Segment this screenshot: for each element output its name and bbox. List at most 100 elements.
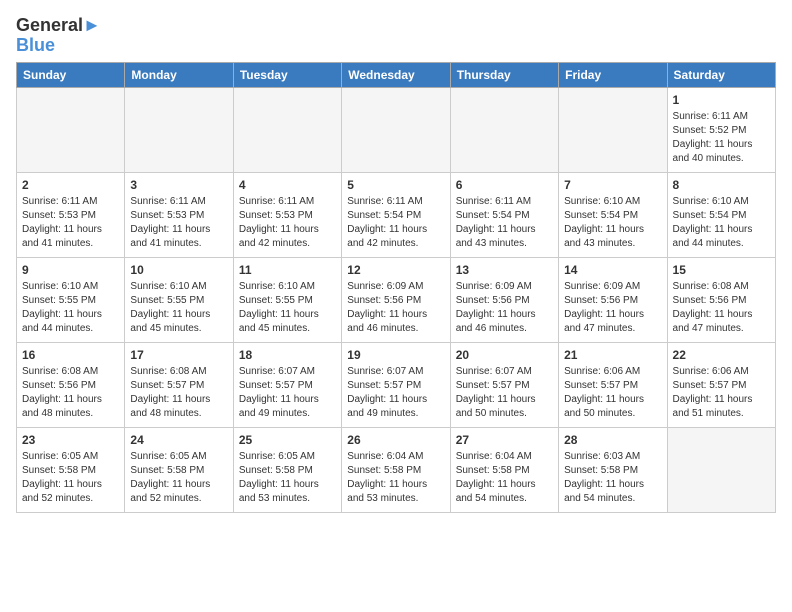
day-number: 19	[347, 347, 444, 363]
calendar-week-1: 2 Sunrise: 6:11 AM Sunset: 5:53 PM Daylig…	[17, 172, 776, 257]
day-number: 6	[456, 177, 553, 193]
weekday-header-thursday: Thursday	[450, 62, 558, 87]
day-info: Sunrise: 6:05 AM Sunset: 5:58 PM Dayligh…	[130, 450, 227, 506]
day-info: Sunrise: 6:04 AM Sunset: 5:58 PM Dayligh…	[347, 450, 444, 506]
calendar-cell	[233, 87, 341, 172]
calendar-cell: 23 Sunrise: 6:05 AM Sunset: 5:58 PM Dayli…	[17, 427, 125, 512]
calendar-cell: 7 Sunrise: 6:10 AM Sunset: 5:54 PM Daylig…	[559, 172, 667, 257]
day-info: Sunrise: 6:06 AM Sunset: 5:57 PM Dayligh…	[564, 365, 661, 421]
day-number: 24	[130, 432, 227, 448]
day-info: Sunrise: 6:10 AM Sunset: 5:55 PM Dayligh…	[130, 280, 227, 336]
day-number: 20	[456, 347, 553, 363]
day-info: Sunrise: 6:07 AM Sunset: 5:57 PM Dayligh…	[239, 365, 336, 421]
day-info: Sunrise: 6:11 AM Sunset: 5:53 PM Dayligh…	[239, 195, 336, 251]
calendar-cell: 5Sunrise: 6:11 AM Sunset: 5:54 PM Daylig…	[342, 172, 450, 257]
calendar-cell: 26 Sunrise: 6:04 AM Sunset: 5:58 PM Dayli…	[342, 427, 450, 512]
calendar: SundayMondayTuesdayWednesdayThursdayFrid…	[16, 62, 776, 513]
calendar-cell	[559, 87, 667, 172]
day-info: Sunrise: 6:04 AM Sunset: 5:58 PM Dayligh…	[456, 450, 553, 506]
calendar-cell: 4 Sunrise: 6:11 AM Sunset: 5:53 PM Daylig…	[233, 172, 341, 257]
day-number: 2	[22, 177, 119, 193]
calendar-week-4: 23 Sunrise: 6:05 AM Sunset: 5:58 PM Dayli…	[17, 427, 776, 512]
day-number: 23	[22, 432, 119, 448]
day-number: 1	[673, 92, 770, 108]
day-info: Sunrise: 6:11 AM Sunset: 5:52 PM Dayligh…	[673, 110, 770, 166]
day-info: Sunrise: 6:10 AM Sunset: 5:54 PM Dayligh…	[673, 195, 770, 251]
calendar-cell: 22 Sunrise: 6:06 AM Sunset: 5:57 PM Dayli…	[667, 342, 775, 427]
calendar-cell	[667, 427, 775, 512]
calendar-cell: 9Sunrise: 6:10 AM Sunset: 5:55 PM Daylig…	[17, 257, 125, 342]
day-info: Sunrise: 6:03 AM Sunset: 5:58 PM Dayligh…	[564, 450, 661, 506]
day-number: 21	[564, 347, 661, 363]
day-number: 22	[673, 347, 770, 363]
weekday-header-saturday: Saturday	[667, 62, 775, 87]
day-info: Sunrise: 6:11 AM Sunset: 5:53 PM Dayligh…	[130, 195, 227, 251]
calendar-cell: 24 Sunrise: 6:05 AM Sunset: 5:58 PM Dayli…	[125, 427, 233, 512]
day-info: Sunrise: 6:09 AM Sunset: 5:56 PM Dayligh…	[564, 280, 661, 336]
day-info: Sunrise: 6:05 AM Sunset: 5:58 PM Dayligh…	[22, 450, 119, 506]
calendar-header-row: SundayMondayTuesdayWednesdayThursdayFrid…	[17, 62, 776, 87]
calendar-cell: 12 Sunrise: 6:09 AM Sunset: 5:56 PM Dayli…	[342, 257, 450, 342]
day-info: Sunrise: 6:07 AM Sunset: 5:57 PM Dayligh…	[456, 365, 553, 421]
day-info: Sunrise: 6:09 AM Sunset: 5:56 PM Dayligh…	[347, 280, 444, 336]
day-info: Sunrise: 6:08 AM Sunset: 5:57 PM Dayligh…	[130, 365, 227, 421]
calendar-cell: 8Sunrise: 6:10 AM Sunset: 5:54 PM Daylig…	[667, 172, 775, 257]
calendar-cell: 27 Sunrise: 6:04 AM Sunset: 5:58 PM Dayli…	[450, 427, 558, 512]
day-number: 15	[673, 262, 770, 278]
day-number: 28	[564, 432, 661, 448]
day-info: Sunrise: 6:11 AM Sunset: 5:54 PM Dayligh…	[456, 195, 553, 251]
header: General►Blue	[16, 16, 776, 56]
day-number: 11	[239, 262, 336, 278]
day-number: 9	[22, 262, 119, 278]
day-info: Sunrise: 6:11 AM Sunset: 5:54 PM Dayligh…	[347, 195, 444, 251]
weekday-header-tuesday: Tuesday	[233, 62, 341, 87]
logo-text: General►Blue	[16, 16, 101, 56]
day-number: 3	[130, 177, 227, 193]
calendar-cell: 18 Sunrise: 6:07 AM Sunset: 5:57 PM Dayli…	[233, 342, 341, 427]
calendar-cell: 1 Sunrise: 6:11 AM Sunset: 5:52 PM Daylig…	[667, 87, 775, 172]
calendar-cell	[342, 87, 450, 172]
calendar-cell: 3 Sunrise: 6:11 AM Sunset: 5:53 PM Daylig…	[125, 172, 233, 257]
day-number: 7	[564, 177, 661, 193]
calendar-cell: 10 Sunrise: 6:10 AM Sunset: 5:55 PM Dayli…	[125, 257, 233, 342]
calendar-cell: 15Sunrise: 6:08 AM Sunset: 5:56 PM Dayli…	[667, 257, 775, 342]
calendar-cell: 16Sunrise: 6:08 AM Sunset: 5:56 PM Dayli…	[17, 342, 125, 427]
calendar-cell: 19 Sunrise: 6:07 AM Sunset: 5:57 PM Dayli…	[342, 342, 450, 427]
day-number: 26	[347, 432, 444, 448]
calendar-cell: 17 Sunrise: 6:08 AM Sunset: 5:57 PM Dayli…	[125, 342, 233, 427]
calendar-week-3: 16Sunrise: 6:08 AM Sunset: 5:56 PM Dayli…	[17, 342, 776, 427]
calendar-cell: 25 Sunrise: 6:05 AM Sunset: 5:58 PM Dayli…	[233, 427, 341, 512]
calendar-cell: 21 Sunrise: 6:06 AM Sunset: 5:57 PM Dayli…	[559, 342, 667, 427]
day-number: 13	[456, 262, 553, 278]
calendar-week-2: 9 Sunrise: 6:10 AM Sunset: 5:55 PM Daylig…	[17, 257, 776, 342]
day-number: 25	[239, 432, 336, 448]
calendar-cell: 28 Sunrise: 6:03 AM Sunset: 5:58 PM Dayli…	[559, 427, 667, 512]
day-info: Sunrise: 6:06 AM Sunset: 5:57 PM Dayligh…	[673, 365, 770, 421]
day-info: Sunrise: 6:07 AM Sunset: 5:57 PM Dayligh…	[347, 365, 444, 421]
day-number: 14	[564, 262, 661, 278]
day-info: Sunrise: 6:11 AM Sunset: 5:53 PM Dayligh…	[22, 195, 119, 251]
calendar-cell	[125, 87, 233, 172]
day-number: 27	[456, 432, 553, 448]
logo: General►Blue	[16, 16, 101, 56]
day-number: 17	[130, 347, 227, 363]
day-number: 10	[130, 262, 227, 278]
calendar-cell: 20 Sunrise: 6:07 AM Sunset: 5:57 PM Dayli…	[450, 342, 558, 427]
day-number: 4	[239, 177, 336, 193]
calendar-cell: 13Sunrise: 6:09 AM Sunset: 5:56 PM Dayli…	[450, 257, 558, 342]
calendar-cell: 14 Sunrise: 6:09 AM Sunset: 5:56 PM Dayli…	[559, 257, 667, 342]
calendar-cell: 6 Sunrise: 6:11 AM Sunset: 5:54 PM Daylig…	[450, 172, 558, 257]
day-number: 16	[22, 347, 119, 363]
calendar-week-0: 1 Sunrise: 6:11 AM Sunset: 5:52 PM Daylig…	[17, 87, 776, 172]
weekday-header-monday: Monday	[125, 62, 233, 87]
day-info: Sunrise: 6:10 AM Sunset: 5:55 PM Dayligh…	[239, 280, 336, 336]
day-info: Sunrise: 6:05 AM Sunset: 5:58 PM Dayligh…	[239, 450, 336, 506]
calendar-cell	[17, 87, 125, 172]
weekday-header-friday: Friday	[559, 62, 667, 87]
calendar-cell: 2 Sunrise: 6:11 AM Sunset: 5:53 PM Daylig…	[17, 172, 125, 257]
calendar-cell	[450, 87, 558, 172]
day-info: Sunrise: 6:10 AM Sunset: 5:54 PM Dayligh…	[564, 195, 661, 251]
day-number: 18	[239, 347, 336, 363]
day-number: 12	[347, 262, 444, 278]
calendar-body: 1 Sunrise: 6:11 AM Sunset: 5:52 PM Daylig…	[17, 87, 776, 512]
